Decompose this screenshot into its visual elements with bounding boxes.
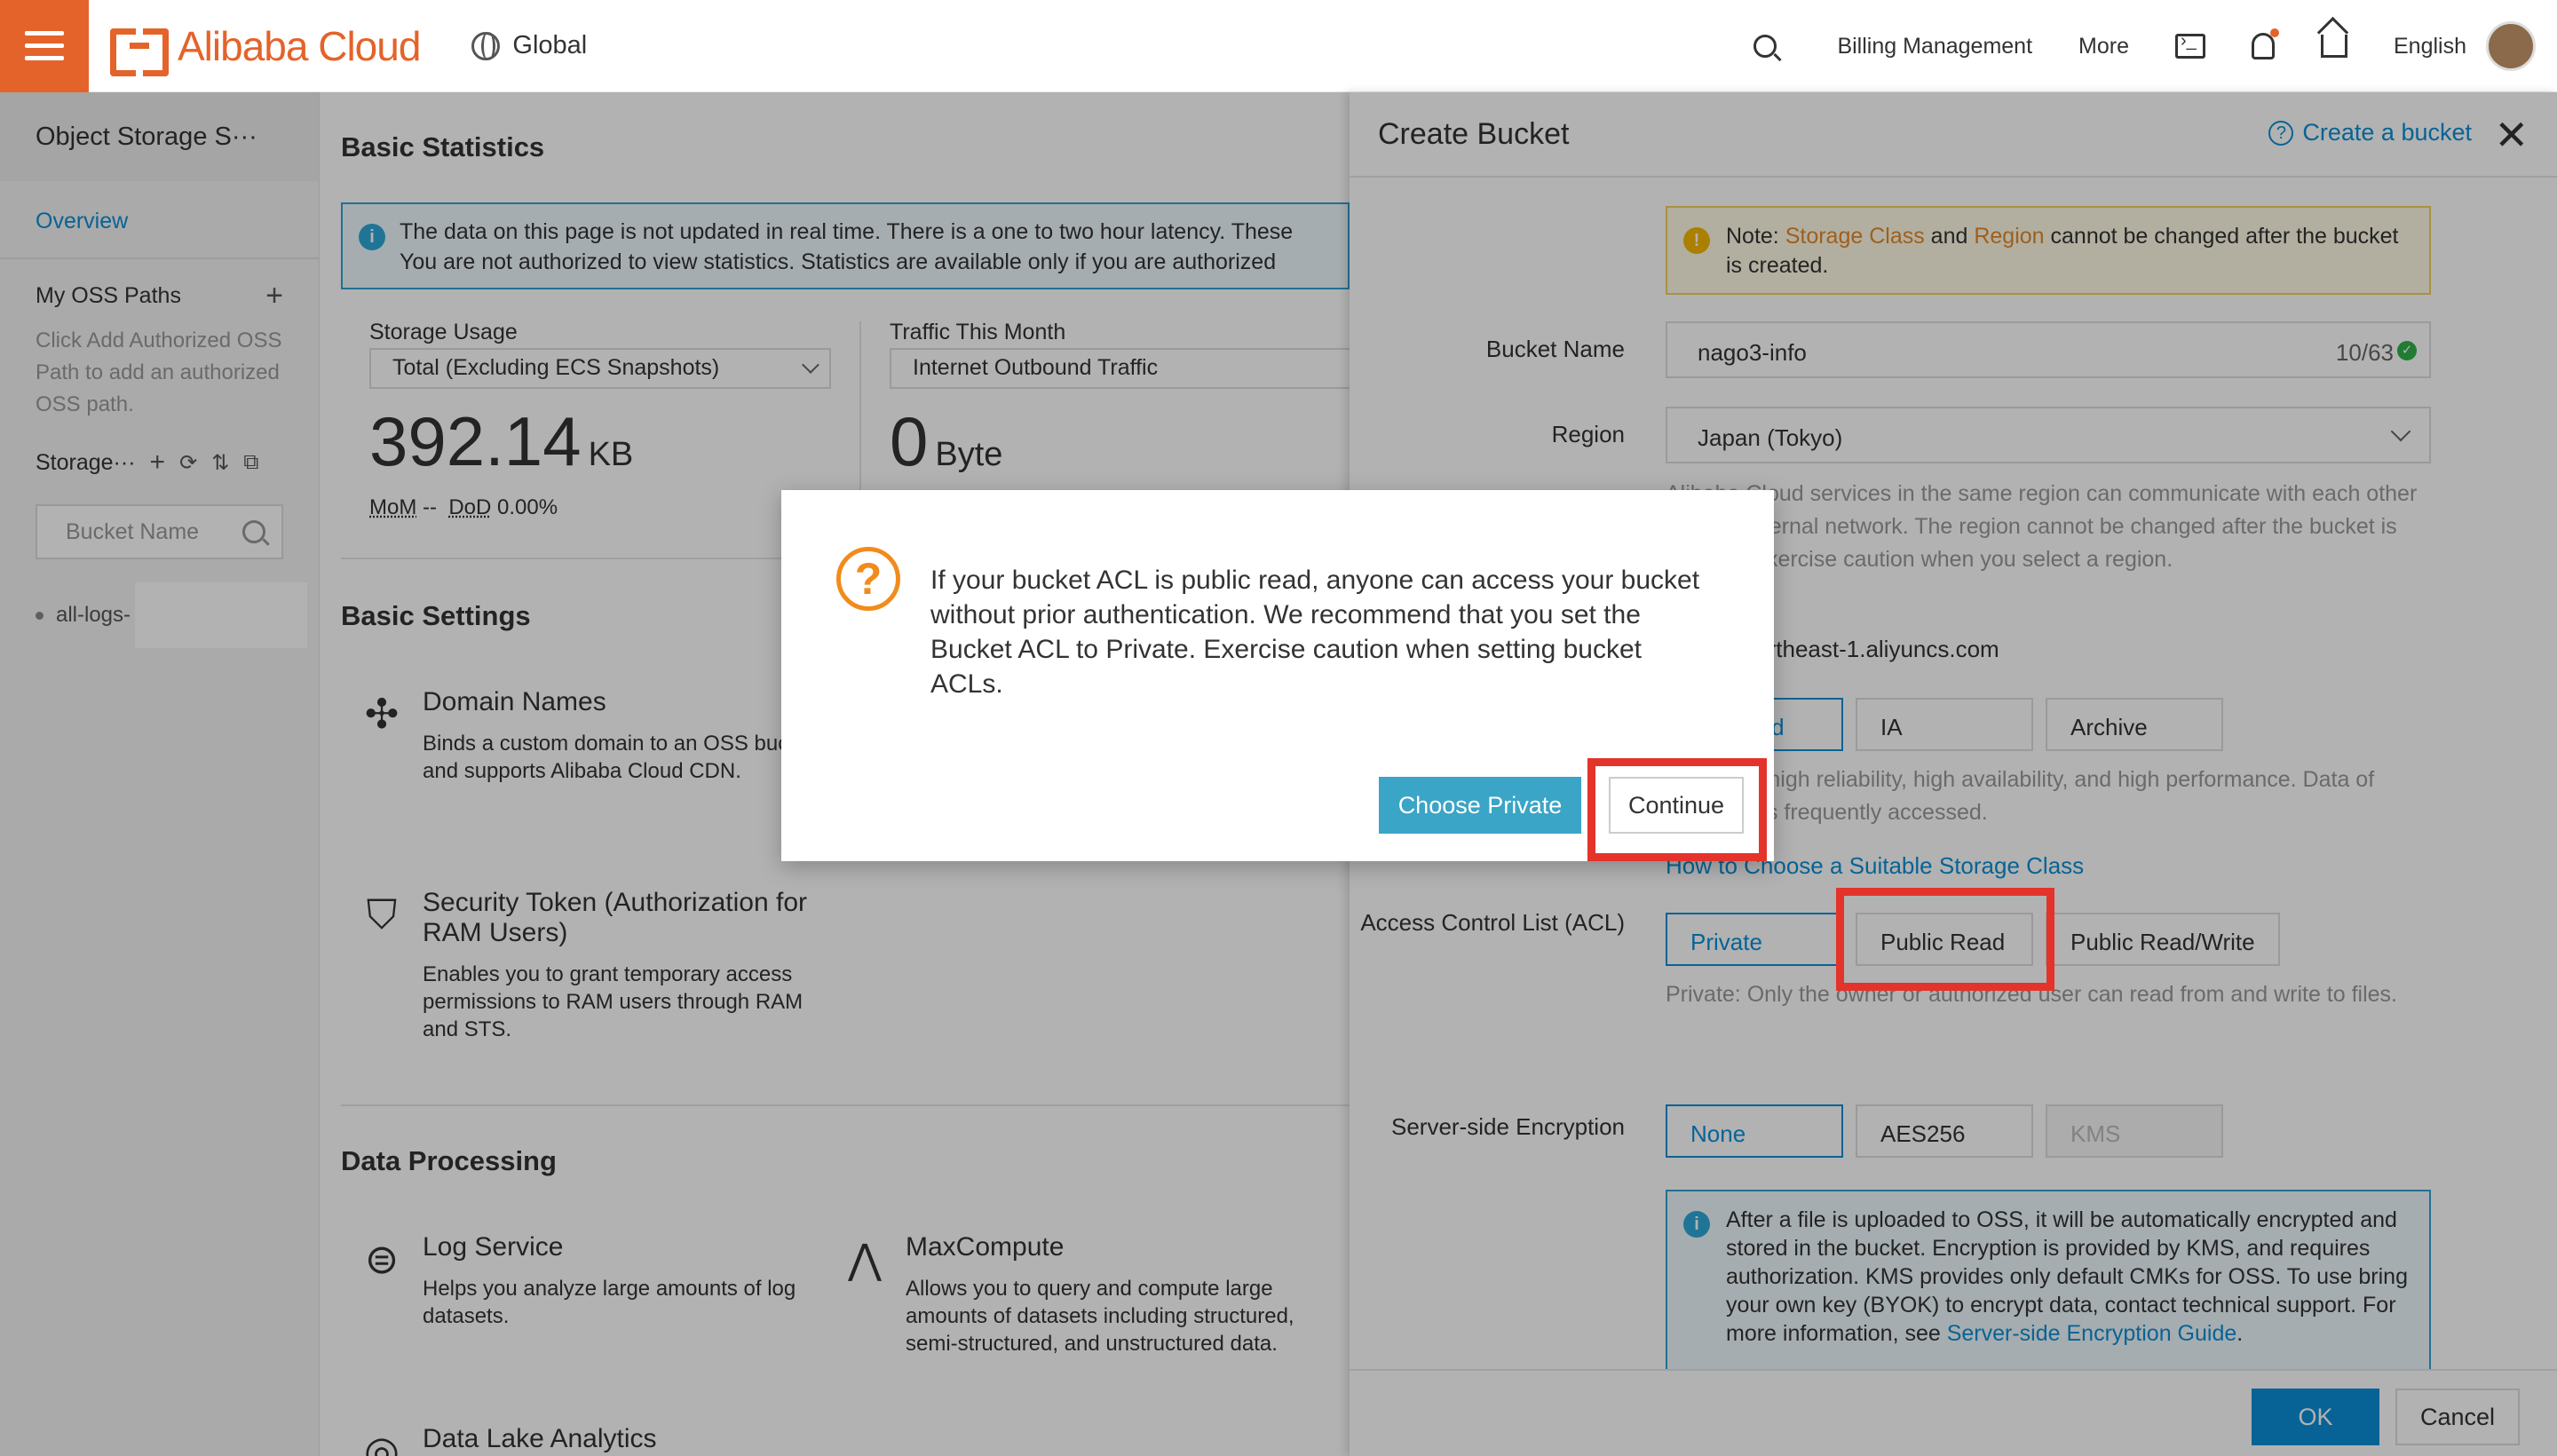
- avatar[interactable]: [2486, 21, 2536, 71]
- dialog-message: If your bucket ACL is public read, anyon…: [930, 566, 1700, 699]
- region-selector[interactable]: Global: [471, 31, 587, 60]
- bell-icon[interactable]: [2252, 28, 2279, 59]
- more-menu[interactable]: More: [2078, 34, 2129, 59]
- highlight-continue: [1587, 758, 1767, 861]
- search-icon[interactable]: [1753, 35, 1777, 58]
- top-bar: Alibaba Cloud Global Billing Management …: [0, 0, 2557, 92]
- alibaba-cloud-logo-icon: [110, 28, 169, 76]
- language-selector[interactable]: English: [2394, 34, 2466, 59]
- billing-link[interactable]: Billing Management: [1837, 34, 2032, 59]
- brand-name: Alibaba Cloud: [178, 22, 421, 69]
- highlight-public-read: [1836, 888, 2054, 991]
- globe-icon: [471, 31, 501, 60]
- top-right-nav: Billing Management More English: [1753, 0, 2557, 92]
- region-label: Global: [512, 31, 588, 59]
- home-icon[interactable]: [2321, 35, 2347, 58]
- question-icon: ?: [836, 547, 900, 611]
- terminal-icon[interactable]: [2175, 31, 2205, 59]
- choose-private-button[interactable]: Choose Private: [1379, 777, 1581, 834]
- brand-logo[interactable]: Alibaba Cloud: [110, 22, 421, 76]
- menu-icon[interactable]: [0, 0, 89, 92]
